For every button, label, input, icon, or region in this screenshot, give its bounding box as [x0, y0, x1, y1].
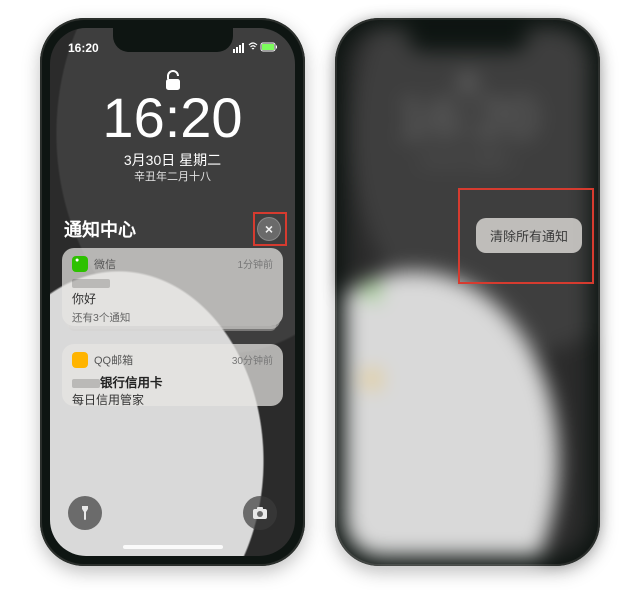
home-indicator[interactable] — [123, 545, 223, 549]
notification-time: 1分钟前 — [237, 256, 273, 271]
notification-center-header: 通知中心 × — [64, 216, 281, 242]
phone-right: 16:20 3月30日 星期二 清除所有通知 — [335, 18, 600, 566]
notification-text: 你好 — [72, 290, 273, 307]
notification-time: 30分钟前 — [232, 352, 273, 367]
notification-text: 每日信用管家 — [72, 391, 273, 408]
notification-title — [72, 276, 273, 290]
lock-clock: 16:20 — [345, 90, 590, 146]
flashlight-button[interactable] — [68, 496, 102, 530]
notch — [408, 28, 528, 52]
status-icons — [233, 41, 277, 56]
lock-clock: 16:20 — [50, 90, 295, 146]
clear-all-notifications-button[interactable]: 清除所有通知 — [476, 218, 582, 253]
notification-center-title: 通知中心 — [64, 216, 136, 242]
lock-lunar: 辛丑年二月十八 — [50, 168, 295, 184]
notification-card[interactable]: QQ邮箱 30分钟前 银行信用卡 每日信用管家 — [62, 344, 283, 406]
lock-date: 3月30日 星期二 — [50, 150, 295, 170]
lock-bottom-bar — [50, 496, 295, 530]
lock-screen-blurred: 16:20 3月30日 星期二 — [345, 28, 590, 556]
lock-screen: 16:20 16:20 3月30日 星期二 辛丑年二月十八 通知中心 × — [50, 28, 295, 556]
qqmail-icon — [365, 372, 379, 386]
wechat-icon — [72, 256, 88, 272]
lock-date: 3月30日 星期二 — [345, 150, 590, 170]
qqmail-icon — [72, 352, 88, 368]
wechat-icon — [365, 284, 379, 298]
phone-left: 16:20 16:20 3月30日 星期二 辛丑年二月十八 通知中心 × — [40, 18, 305, 566]
notification-card[interactable]: 微信 1分钟前 你好 还有3个通知 — [62, 248, 283, 326]
status-time: 16:20 — [68, 41, 99, 55]
camera-button[interactable] — [243, 496, 277, 530]
notch — [113, 28, 233, 52]
notification-app-name: 微信 — [94, 256, 116, 272]
notification-more: 还有3个通知 — [72, 310, 273, 325]
notification-title: 银行信用卡 — [72, 372, 273, 391]
notification-app-name: QQ邮箱 — [94, 352, 133, 368]
clear-notifications-button[interactable]: × — [257, 217, 281, 241]
